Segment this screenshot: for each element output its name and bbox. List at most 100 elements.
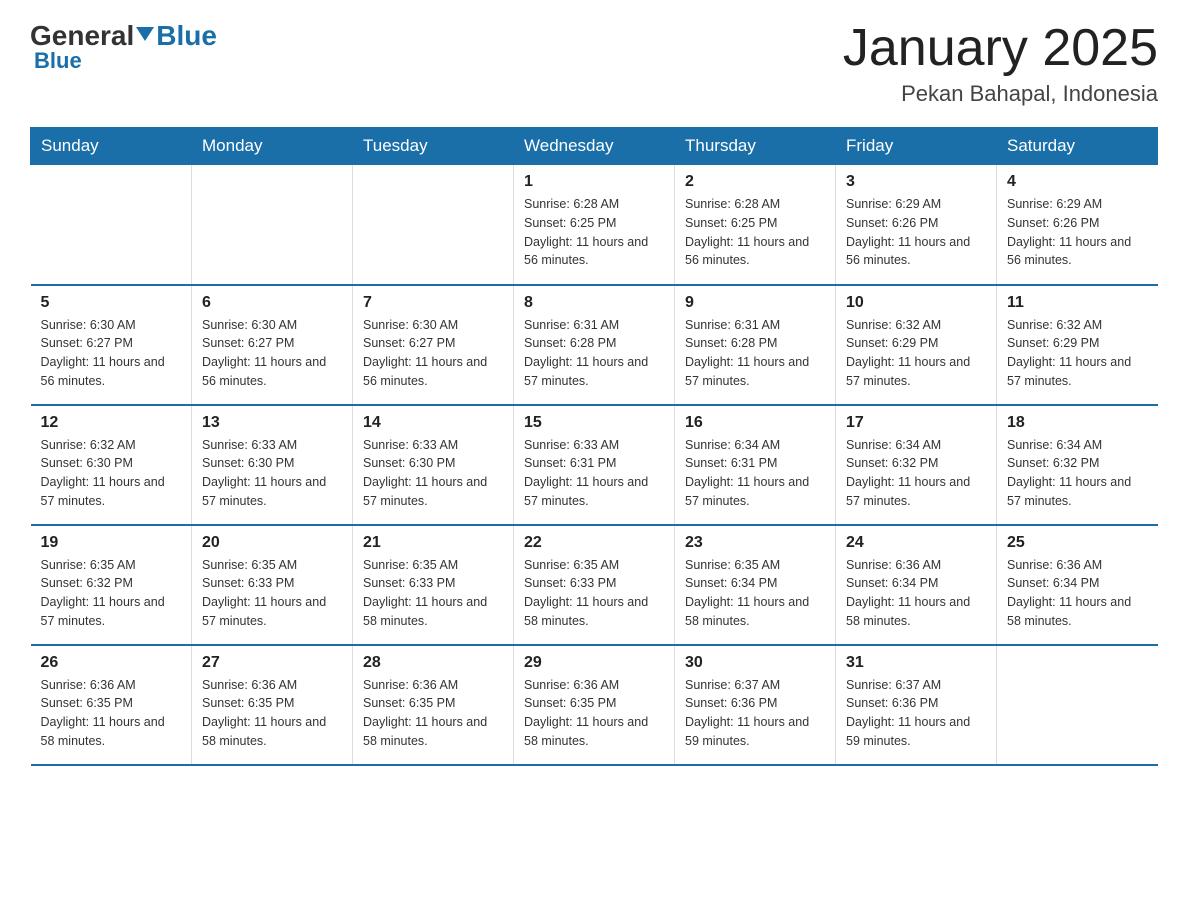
calendar-cell: 6 Sunrise: 6:30 AMSunset: 6:27 PMDaylight…: [192, 285, 353, 405]
day-info: Sunrise: 6:36 AMSunset: 6:35 PMDaylight:…: [202, 676, 342, 751]
calendar-cell: 28 Sunrise: 6:36 AMSunset: 6:35 PMDayligh…: [353, 645, 514, 765]
day-info: Sunrise: 6:37 AMSunset: 6:36 PMDaylight:…: [685, 676, 825, 751]
day-number: 21: [363, 534, 503, 552]
logo-underline: Blue: [34, 48, 82, 74]
calendar-cell: 25Sunrise: 6:36 AMSunset: 6:34 PMDayligh…: [997, 525, 1158, 645]
calendar-cell: 23 Sunrise: 6:35 AMSunset: 6:34 PMDayligh…: [675, 525, 836, 645]
calendar-title: January 2025: [843, 20, 1158, 77]
calendar-cell: [997, 645, 1158, 765]
day-number: 23: [685, 534, 825, 552]
day-info: Sunrise: 6:36 AMSunset: 6:35 PMDaylight:…: [363, 676, 503, 751]
day-info: Sunrise: 6:29 AMSunset: 6:26 PMDaylight:…: [1007, 195, 1148, 270]
day-number: 6: [202, 294, 342, 312]
calendar-week-row: 12Sunrise: 6:32 AMSunset: 6:30 PMDayligh…: [31, 405, 1158, 525]
calendar-cell: [31, 165, 192, 285]
day-number: 31: [846, 654, 986, 672]
calendar-cell: 8 Sunrise: 6:31 AMSunset: 6:28 PMDaylight…: [514, 285, 675, 405]
day-header-wednesday: Wednesday: [514, 128, 675, 165]
day-number: 10: [846, 294, 986, 312]
day-info: Sunrise: 6:29 AMSunset: 6:26 PMDaylight:…: [846, 195, 986, 270]
day-info: Sunrise: 6:30 AMSunset: 6:27 PMDaylight:…: [363, 316, 503, 391]
day-number: 11: [1007, 294, 1148, 312]
day-number: 26: [41, 654, 182, 672]
day-info: Sunrise: 6:32 AMSunset: 6:29 PMDaylight:…: [846, 316, 986, 391]
day-info: Sunrise: 6:33 AMSunset: 6:30 PMDaylight:…: [363, 436, 503, 511]
calendar-cell: [353, 165, 514, 285]
day-info: Sunrise: 6:28 AMSunset: 6:25 PMDaylight:…: [685, 195, 825, 270]
calendar-cell: 31 Sunrise: 6:37 AMSunset: 6:36 PMDayligh…: [836, 645, 997, 765]
day-number: 19: [41, 534, 182, 552]
calendar-cell: 16 Sunrise: 6:34 AMSunset: 6:31 PMDayligh…: [675, 405, 836, 525]
calendar-cell: 14 Sunrise: 6:33 AMSunset: 6:30 PMDayligh…: [353, 405, 514, 525]
calendar-header-row: SundayMondayTuesdayWednesdayThursdayFrid…: [31, 128, 1158, 165]
day-header-monday: Monday: [192, 128, 353, 165]
day-info: Sunrise: 6:36 AMSunset: 6:34 PMDaylight:…: [846, 556, 986, 631]
day-number: 22: [524, 534, 664, 552]
day-number: 24: [846, 534, 986, 552]
calendar-cell: 9 Sunrise: 6:31 AMSunset: 6:28 PMDaylight…: [675, 285, 836, 405]
logo: General Blue Blue: [30, 20, 217, 74]
calendar-table: SundayMondayTuesdayWednesdayThursdayFrid…: [30, 127, 1158, 766]
calendar-cell: 18 Sunrise: 6:34 AMSunset: 6:32 PMDayligh…: [997, 405, 1158, 525]
day-info: Sunrise: 6:35 AMSunset: 6:33 PMDaylight:…: [363, 556, 503, 631]
calendar-cell: 26Sunrise: 6:36 AMSunset: 6:35 PMDayligh…: [31, 645, 192, 765]
calendar-week-row: 1Sunrise: 6:28 AMSunset: 6:25 PMDaylight…: [31, 165, 1158, 285]
calendar-cell: [192, 165, 353, 285]
calendar-cell: 11 Sunrise: 6:32 AMSunset: 6:29 PMDayligh…: [997, 285, 1158, 405]
day-number: 27: [202, 654, 342, 672]
day-header-tuesday: Tuesday: [353, 128, 514, 165]
calendar-body: 1Sunrise: 6:28 AMSunset: 6:25 PMDaylight…: [31, 165, 1158, 765]
day-header-saturday: Saturday: [997, 128, 1158, 165]
day-number: 28: [363, 654, 503, 672]
day-info: Sunrise: 6:34 AMSunset: 6:32 PMDaylight:…: [1007, 436, 1148, 511]
calendar-cell: 7 Sunrise: 6:30 AMSunset: 6:27 PMDaylight…: [353, 285, 514, 405]
day-info: Sunrise: 6:30 AMSunset: 6:27 PMDaylight:…: [202, 316, 342, 391]
title-block: January 2025 Pekan Bahapal, Indonesia: [843, 20, 1158, 107]
day-info: Sunrise: 6:34 AMSunset: 6:32 PMDaylight:…: [846, 436, 986, 511]
day-number: 29: [524, 654, 664, 672]
day-info: Sunrise: 6:32 AMSunset: 6:29 PMDaylight:…: [1007, 316, 1148, 391]
day-info: Sunrise: 6:34 AMSunset: 6:31 PMDaylight:…: [685, 436, 825, 511]
day-number: 9: [685, 294, 825, 312]
day-info: Sunrise: 6:33 AMSunset: 6:31 PMDaylight:…: [524, 436, 664, 511]
day-number: 17: [846, 414, 986, 432]
day-number: 14: [363, 414, 503, 432]
calendar-cell: 5Sunrise: 6:30 AMSunset: 6:27 PMDaylight…: [31, 285, 192, 405]
day-header-sunday: Sunday: [31, 128, 192, 165]
calendar-cell: 29 Sunrise: 6:36 AMSunset: 6:35 PMDayligh…: [514, 645, 675, 765]
calendar-cell: 17 Sunrise: 6:34 AMSunset: 6:32 PMDayligh…: [836, 405, 997, 525]
day-info: Sunrise: 6:35 AMSunset: 6:33 PMDaylight:…: [202, 556, 342, 631]
day-info: Sunrise: 6:31 AMSunset: 6:28 PMDaylight:…: [685, 316, 825, 391]
day-info: Sunrise: 6:28 AMSunset: 6:25 PMDaylight:…: [524, 195, 664, 270]
calendar-cell: 20 Sunrise: 6:35 AMSunset: 6:33 PMDayligh…: [192, 525, 353, 645]
day-number: 18: [1007, 414, 1148, 432]
calendar-cell: 1Sunrise: 6:28 AMSunset: 6:25 PMDaylight…: [514, 165, 675, 285]
calendar-subtitle: Pekan Bahapal, Indonesia: [843, 81, 1158, 107]
day-info: Sunrise: 6:36 AMSunset: 6:35 PMDaylight:…: [524, 676, 664, 751]
day-info: Sunrise: 6:35 AMSunset: 6:34 PMDaylight:…: [685, 556, 825, 631]
calendar-cell: 13Sunrise: 6:33 AMSunset: 6:30 PMDayligh…: [192, 405, 353, 525]
day-info: Sunrise: 6:31 AMSunset: 6:28 PMDaylight:…: [524, 316, 664, 391]
day-number: 3: [846, 173, 986, 191]
page-header: General Blue Blue January 2025 Pekan Bah…: [30, 20, 1158, 107]
day-number: 7: [363, 294, 503, 312]
day-info: Sunrise: 6:36 AMSunset: 6:34 PMDaylight:…: [1007, 556, 1148, 631]
day-number: 16: [685, 414, 825, 432]
day-number: 20: [202, 534, 342, 552]
calendar-cell: 27 Sunrise: 6:36 AMSunset: 6:35 PMDayligh…: [192, 645, 353, 765]
calendar-week-row: 26 Sunrise: 6:36 AMSunset: 6:35 PMDayligh…: [31, 645, 1158, 765]
day-header-friday: Friday: [836, 128, 997, 165]
day-number: 30: [685, 654, 825, 672]
calendar-cell: 10 Sunrise: 6:32 AMSunset: 6:29 PMDayligh…: [836, 285, 997, 405]
day-number: 8: [524, 294, 664, 312]
calendar-cell: 22Sunrise: 6:35 AMSunset: 6:33 PMDayligh…: [514, 525, 675, 645]
calendar-cell: 3 Sunrise: 6:29 AMSunset: 6:26 PMDaylight…: [836, 165, 997, 285]
calendar-cell: 12Sunrise: 6:32 AMSunset: 6:30 PMDayligh…: [31, 405, 192, 525]
calendar-cell: 24 Sunrise: 6:36 AMSunset: 6:34 PMDayligh…: [836, 525, 997, 645]
day-info: Sunrise: 6:32 AMSunset: 6:30 PMDaylight:…: [41, 436, 182, 511]
day-info: Sunrise: 6:30 AMSunset: 6:27 PMDaylight:…: [41, 316, 182, 391]
calendar-cell: 15Sunrise: 6:33 AMSunset: 6:31 PMDayligh…: [514, 405, 675, 525]
calendar-cell: 21 Sunrise: 6:35 AMSunset: 6:33 PMDayligh…: [353, 525, 514, 645]
day-info: Sunrise: 6:37 AMSunset: 6:36 PMDaylight:…: [846, 676, 986, 751]
day-number: 2: [685, 173, 825, 191]
